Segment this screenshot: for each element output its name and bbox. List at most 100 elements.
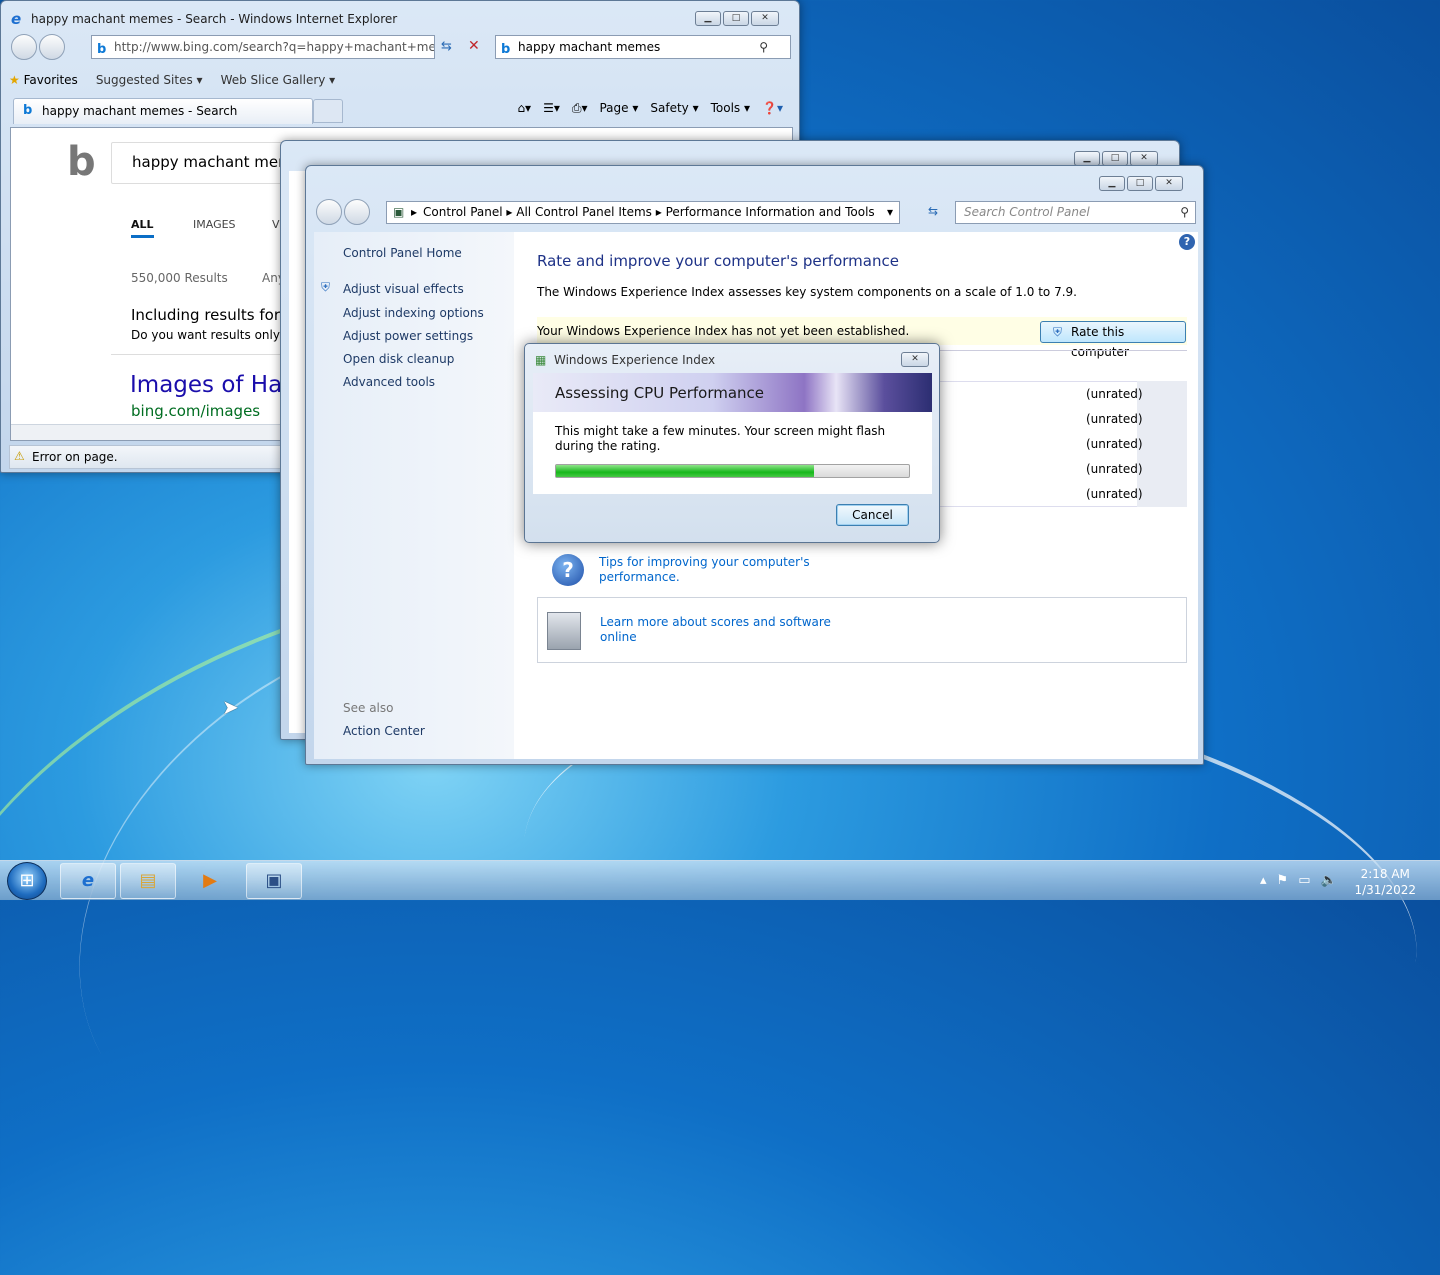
volume-icon[interactable]: 🔈: [1320, 873, 1336, 888]
bing-logo: b: [67, 139, 96, 185]
network-icon[interactable]: ▭: [1298, 873, 1310, 888]
dialog-message: This might take a few minutes. Your scre…: [555, 424, 885, 454]
cancel-button[interactable]: Cancel: [836, 504, 909, 526]
maximize-button-bg[interactable]: □: [1102, 151, 1128, 166]
breadcrumb-all-items[interactable]: All Control Panel Items: [516, 205, 652, 219]
taskbar-ie-button[interactable]: e: [60, 863, 116, 899]
favorites-label: Favorites: [23, 73, 78, 87]
cp-search-icon[interactable]: ⚲: [1180, 202, 1189, 223]
dialog-banner: Assessing CPU Performance: [533, 373, 932, 412]
score-value: (unrated): [1086, 387, 1143, 401]
learn-more-link[interactable]: Learn more about scores and software onl…: [600, 615, 831, 645]
base-score-column: [1137, 381, 1187, 507]
safety-menu-label: Safety: [650, 101, 689, 115]
adjust-indexing-link[interactable]: Adjust indexing options: [343, 306, 484, 320]
maximize-button[interactable]: □: [723, 11, 749, 26]
feeds-icon[interactable]: ☰▾: [543, 101, 560, 116]
address-bar[interactable]: b http://www.bing.com/search?q=happy+mac…: [91, 35, 435, 59]
rate-button-label: Rate this computer: [1071, 325, 1129, 359]
score-value: (unrated): [1086, 462, 1143, 476]
browser-tab[interactable]: b happy machant memes - Search: [13, 98, 313, 124]
including-prefix: Including results for: [131, 306, 285, 324]
disk-cleanup-link[interactable]: Open disk cleanup: [343, 352, 454, 366]
cp-address-bar[interactable]: ▣ ▸ Control Panel ▸ All Control Panel It…: [386, 201, 900, 224]
breadcrumb-performance[interactable]: Performance Information and Tools: [666, 205, 875, 219]
web-slice-gallery-button[interactable]: Web Slice Gallery ▾: [221, 73, 336, 87]
action-center-flag-icon[interactable]: ⚑: [1277, 873, 1289, 888]
close-button-bg[interactable]: ✕: [1130, 151, 1158, 166]
clock-date: 1/31/2022: [1354, 883, 1416, 897]
wei-dialog: ▦ Windows Experience Index ✕ Assessing C…: [524, 343, 940, 543]
clock[interactable]: 2:18 AM 1/31/2022: [1354, 866, 1416, 898]
forward-button[interactable]: [39, 34, 65, 60]
favorites-button[interactable]: ★ Favorites: [9, 73, 78, 87]
home-icon[interactable]: ⌂▾: [517, 101, 531, 116]
minimize-button[interactable]: ▁: [695, 11, 721, 26]
rate-this-computer-button[interactable]: ⛨ Rate this computer: [1040, 321, 1186, 359]
help-icon[interactable]: ❓▾: [762, 101, 783, 116]
ie-window-title: happy machant memes - Search - Windows I…: [31, 12, 398, 26]
breadcrumb-control-panel[interactable]: Control Panel: [423, 205, 503, 219]
adjust-visual-effects-link[interactable]: Adjust visual effects: [343, 282, 464, 296]
cp-maximize-button[interactable]: □: [1127, 176, 1153, 191]
dialog-close-button[interactable]: ✕: [901, 352, 929, 367]
address-url: http://www.bing.com/search?q=happy+macha…: [114, 40, 435, 54]
bing-tab-all[interactable]: ALL: [131, 218, 154, 238]
address-dropdown-icon[interactable]: ▾: [887, 202, 893, 223]
page-description: The Windows Experience Index assesses ke…: [537, 285, 1077, 299]
see-also-label: See also: [343, 701, 394, 715]
search-icon[interactable]: ⚲: [759, 36, 768, 58]
stop-icon[interactable]: ✕: [468, 38, 480, 54]
warning-icon: ⚠: [14, 449, 25, 463]
cp-minimize-button[interactable]: ▁: [1099, 176, 1125, 191]
print-icon[interactable]: ⎙▾: [572, 101, 588, 116]
taskbar-media-player-button[interactable]: ▶: [182, 863, 238, 899]
cp-close-button[interactable]: ✕: [1155, 176, 1183, 191]
suggested-sites-button[interactable]: Suggested Sites ▾: [96, 73, 203, 87]
back-button[interactable]: [11, 34, 37, 60]
score-value: (unrated): [1086, 437, 1143, 451]
progress-fill: [556, 465, 814, 477]
close-button[interactable]: ✕: [751, 11, 779, 26]
cp-back-button[interactable]: [316, 199, 342, 225]
cp-refresh-icon[interactable]: ⇆: [928, 204, 938, 218]
minimize-button-bg[interactable]: ▁: [1074, 151, 1100, 166]
tips-link[interactable]: Tips for improving your computer's perfo…: [599, 555, 810, 585]
status-text: Error on page.: [32, 450, 118, 464]
taskbar: ⊞ e ▤ ▶ ▣ ▴ ⚑ ▭ 🔈 2:18 AM 1/31/2022: [0, 860, 1440, 900]
taskbar-control-panel-button[interactable]: ▣: [246, 863, 302, 899]
page-menu[interactable]: Page ▾: [599, 101, 638, 116]
suggested-sites-label: Suggested Sites: [95, 73, 193, 87]
cp-home-link[interactable]: Control Panel Home: [343, 246, 462, 260]
result-url[interactable]: bing.com/images: [131, 402, 260, 420]
search-box-text: happy machant memes: [518, 40, 661, 54]
wei-dialog-icon: ▦: [535, 353, 547, 367]
software-box-icon: [547, 612, 581, 650]
results-count: 550,000 Results: [131, 271, 228, 285]
taskbar-explorer-button[interactable]: ▤: [120, 863, 176, 899]
cp-forward-button[interactable]: [344, 199, 370, 225]
question-icon: ?: [552, 554, 584, 586]
advanced-tools-link[interactable]: Advanced tools: [343, 375, 435, 389]
bing-icon: b: [501, 42, 511, 57]
show-hidden-icons-icon[interactable]: ▴: [1260, 873, 1267, 888]
safety-menu[interactable]: Safety ▾: [650, 101, 698, 116]
tools-menu[interactable]: Tools ▾: [711, 101, 750, 116]
refresh-icon[interactable]: ⇆: [441, 39, 452, 54]
dialog-title: Windows Experience Index: [554, 353, 716, 367]
search-box[interactable]: b happy machant memes ⚲: [495, 35, 791, 59]
new-tab-button[interactable]: [313, 99, 343, 123]
uac-shield-icon: ⛨: [1053, 325, 1063, 339]
cp-help-icon[interactable]: ?: [1179, 234, 1195, 250]
page-menu-label: Page: [599, 101, 629, 115]
bing-tab-images[interactable]: IMAGES: [193, 218, 236, 231]
message-line1: This might take a few minutes. Your scre…: [555, 424, 886, 438]
start-button[interactable]: ⊞: [7, 862, 47, 900]
bing-favicon-icon: b: [97, 42, 107, 57]
action-center-link[interactable]: Action Center: [343, 724, 425, 738]
cp-search-placeholder: Search Control Panel: [964, 205, 1090, 219]
cp-search-input[interactable]: Search Control Panel ⚲: [955, 201, 1196, 224]
tips-link-line1: Tips for improving your computer's: [599, 555, 810, 569]
adjust-power-link[interactable]: Adjust power settings: [343, 329, 473, 343]
tips-link-line2: performance.: [599, 570, 680, 584]
